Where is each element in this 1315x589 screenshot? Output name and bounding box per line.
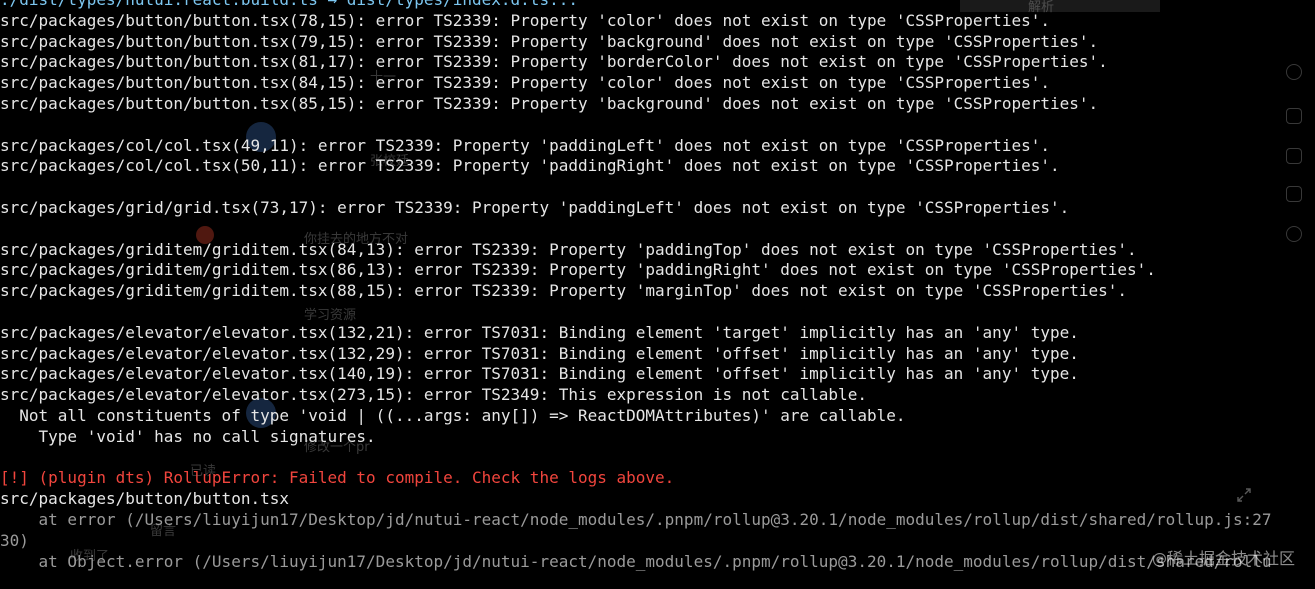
list-icon	[1286, 108, 1302, 124]
output-line: src/packages/col/col.tsx(50,11): error T…	[0, 156, 1060, 176]
output-line: src/packages/button/button.tsx(79,15): e…	[0, 31, 1099, 51]
watermark: @稀土掘金技术社区	[1152, 545, 1295, 569]
gear-icon	[1286, 226, 1302, 242]
calendar-icon	[1286, 186, 1302, 202]
output-line: at error (/Users/liuyijun17/Desktop/jd/n…	[0, 509, 1272, 529]
output-line: src/packages/button/button.tsx(81,17): e…	[0, 52, 1108, 72]
terminal-window[interactable]: 解析 十一 张校廷 你挂去的地方不对 学习资源 修改一个pr 收到了 已读 留言…	[0, 0, 1315, 589]
output-line: src/packages/elevator/elevator.tsx(132,2…	[0, 322, 1079, 342]
output-line: src/packages/button/button.tsx(78,15): e…	[0, 10, 1050, 30]
background-sidebar	[1270, 40, 1315, 260]
watermark-at: @	[1151, 550, 1167, 568]
output-line: src/packages/button/button.tsx	[0, 489, 289, 509]
expand-icon	[1237, 488, 1251, 502]
output-line: src/packages/button/button.tsx(84,15): e…	[0, 73, 1050, 93]
watermark-text: 稀土掘金技术社区	[1166, 549, 1295, 568]
terminal-output: ./dist/types/nutui.react.build.ts → dist…	[0, 0, 1272, 572]
output-line: Type 'void' has no call signatures.	[0, 426, 376, 446]
error-summary-line: [!] (plugin dts) RollupError: Failed to …	[0, 468, 675, 488]
output-line: ./dist/types/nutui.react.build.ts → dist…	[0, 0, 1272, 11]
output-line: src/packages/elevator/elevator.tsx(140,1…	[0, 364, 1079, 384]
output-line: src/packages/griditem/griditem.tsx(84,13…	[0, 239, 1137, 259]
output-line: src/packages/button/button.tsx(85,15): e…	[0, 93, 1099, 113]
output-line: src/packages/col/col.tsx(49,11): error T…	[0, 135, 1050, 155]
clock-icon	[1286, 64, 1302, 80]
output-line: Not all constituents of type 'void | ((.…	[0, 405, 906, 425]
output-line: at Object.error (/Users/liuyijun17/Deskt…	[0, 551, 1272, 571]
output-line: src/packages/grid/grid.tsx(73,17): error…	[0, 197, 1070, 217]
output-line: src/packages/griditem/griditem.tsx(88,15…	[0, 281, 1128, 301]
clipboard-icon	[1286, 148, 1302, 164]
output-line: 30)	[0, 530, 29, 550]
output-line: src/packages/elevator/elevator.tsx(132,2…	[0, 343, 1079, 363]
output-line: src/packages/elevator/elevator.tsx(273,1…	[0, 385, 867, 405]
output-line: src/packages/griditem/griditem.tsx(86,13…	[0, 260, 1156, 280]
